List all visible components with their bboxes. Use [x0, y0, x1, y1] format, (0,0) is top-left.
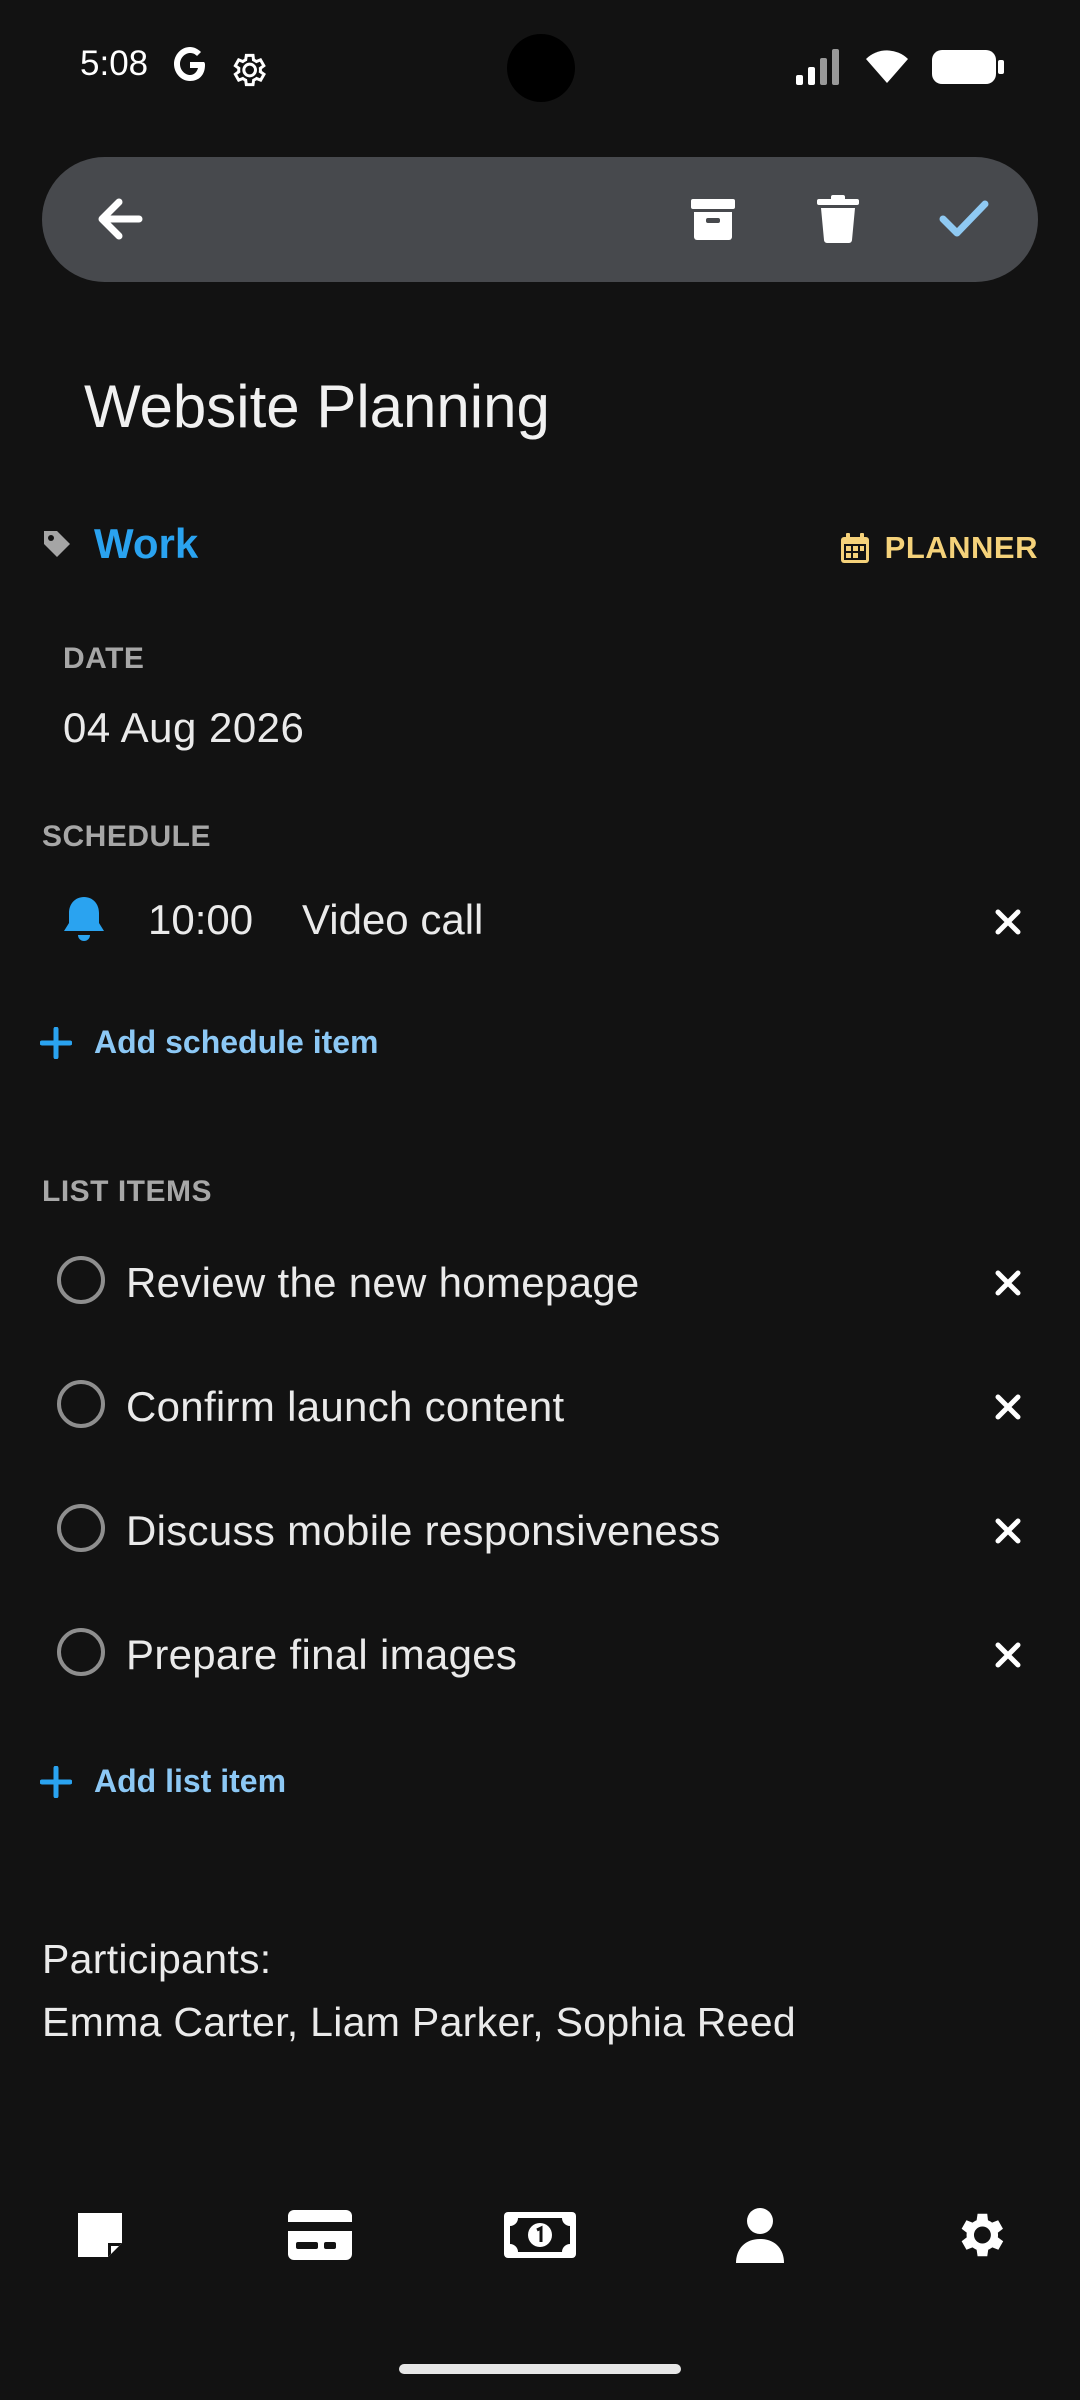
remove-list-item-button[interactable]	[978, 1377, 1038, 1437]
person-icon	[736, 2208, 784, 2263]
plus-icon	[40, 1026, 72, 1059]
google-icon	[170, 44, 210, 89]
calendar-icon	[840, 533, 869, 563]
checkbox[interactable]	[57, 1504, 105, 1552]
checkmark-icon	[939, 200, 989, 237]
plus-icon	[40, 1765, 72, 1798]
schedule-time[interactable]: 10:00	[148, 896, 253, 944]
money-icon	[504, 2212, 576, 2258]
checkbox[interactable]	[57, 1256, 105, 1304]
schedule-text[interactable]: Video call	[302, 896, 483, 944]
list-item-text[interactable]: Confirm launch content	[126, 1383, 565, 1431]
back-button[interactable]	[84, 183, 156, 255]
close-icon	[995, 909, 1021, 935]
battery-icon	[932, 50, 1004, 84]
card-icon	[288, 2210, 352, 2260]
add-schedule-label: Add schedule item	[94, 1024, 379, 1060]
close-icon	[995, 1518, 1021, 1544]
gear-icon	[961, 2213, 1004, 2257]
top-toolbar	[42, 157, 1038, 282]
schedule-item[interactable]: 10:00 Video call	[42, 882, 1038, 962]
trash-icon	[817, 195, 859, 243]
signal-icon	[796, 49, 839, 85]
bottom-navigation	[0, 2185, 1080, 2285]
status-icons	[794, 48, 1004, 86]
remove-schedule-button[interactable]	[978, 892, 1038, 952]
checkbox[interactable]	[57, 1628, 105, 1676]
home-indicator[interactable]	[399, 2364, 681, 2374]
settings-status-icon	[228, 50, 268, 95]
participants-names: Emma Carter, Liam Parker, Sophia Reed	[42, 1999, 796, 2045]
list-item-text[interactable]: Discuss mobile responsiveness	[126, 1507, 721, 1555]
tag-icon	[44, 531, 70, 557]
tag-label: Work	[94, 520, 199, 567]
save-button[interactable]	[928, 183, 1000, 255]
add-schedule-item-button[interactable]: Add schedule item	[40, 1024, 379, 1061]
planner-label: PLANNER	[884, 530, 1038, 565]
archive-icon	[691, 199, 735, 240]
nav-cards[interactable]	[280, 2195, 360, 2275]
list-items-label: LIST ITEMS	[42, 1175, 212, 1208]
list-item-text[interactable]: Review the new homepage	[126, 1259, 640, 1307]
close-icon	[995, 1270, 1021, 1296]
tag-chip[interactable]: Work	[42, 520, 198, 568]
nav-contacts[interactable]	[720, 2195, 800, 2275]
remove-list-item-button[interactable]	[978, 1253, 1038, 1313]
list-item: Prepare final images	[42, 1615, 1038, 1695]
bell-icon	[62, 894, 106, 949]
wifi-icon	[866, 50, 908, 83]
close-icon	[995, 1394, 1021, 1420]
list-item: Confirm launch content	[42, 1367, 1038, 1447]
date-value[interactable]: 04 Aug 2026	[63, 704, 304, 752]
schedule-label: SCHEDULE	[42, 820, 212, 853]
date-label: DATE	[63, 642, 145, 675]
list-item: Review the new homepage	[42, 1243, 1038, 1323]
status-time: 5:08	[80, 44, 149, 83]
participants-block[interactable]: Participants: Emma Carter, Liam Parker, …	[42, 1928, 796, 2054]
nav-notes[interactable]	[60, 2195, 140, 2275]
nav-settings[interactable]	[940, 2195, 1020, 2275]
list-item-text[interactable]: Prepare final images	[126, 1631, 517, 1679]
delete-button[interactable]	[802, 183, 874, 255]
participants-label: Participants:	[42, 1936, 272, 1982]
add-list-label: Add list item	[94, 1763, 287, 1799]
note-icon	[78, 2213, 122, 2257]
nav-money[interactable]	[500, 2195, 580, 2275]
back-arrow-icon	[98, 198, 143, 240]
planner-button[interactable]: PLANNER	[840, 530, 1038, 566]
note-title[interactable]: Website Planning	[84, 372, 550, 441]
remove-list-item-button[interactable]	[978, 1501, 1038, 1561]
remove-list-item-button[interactable]	[978, 1625, 1038, 1685]
close-icon	[995, 1642, 1021, 1668]
add-list-item-button[interactable]: Add list item	[40, 1763, 286, 1800]
list-item: Discuss mobile responsiveness	[42, 1491, 1038, 1571]
archive-button[interactable]	[677, 183, 749, 255]
camera-cutout	[507, 34, 575, 102]
checkbox[interactable]	[57, 1380, 105, 1428]
